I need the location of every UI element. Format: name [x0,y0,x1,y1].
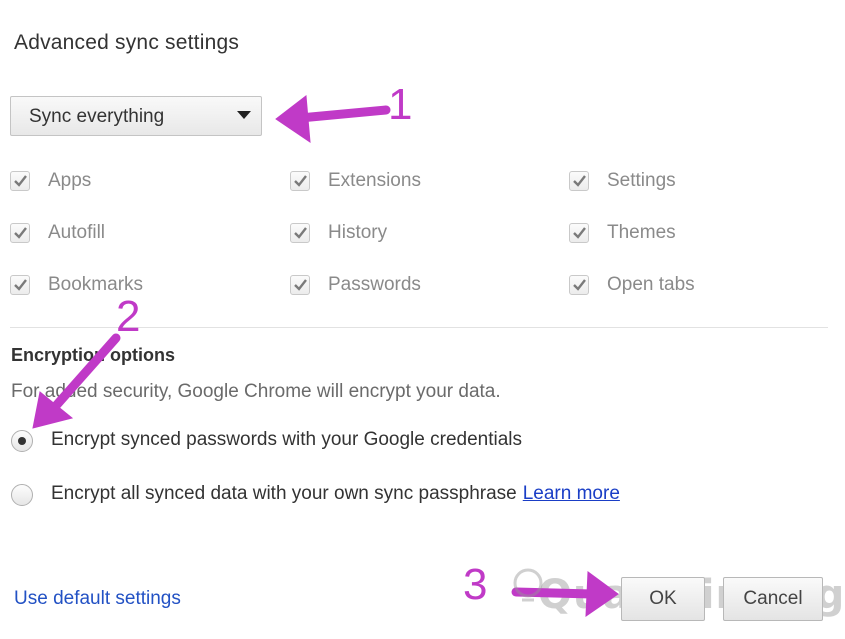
checkbox-label: Apps [48,170,92,191]
checkbox-checked-icon [10,275,30,295]
annotation-number-1: 1 [388,80,413,129]
checkbox-checked-icon [569,275,589,295]
radio-label: Encrypt synced passwords with your Googl… [51,429,523,450]
ok-button[interactable]: OK [621,577,705,621]
sync-mode-selected: Sync everything [29,106,165,127]
annotation-number-2: 2 [116,292,141,341]
radio-selected-icon [11,430,33,452]
annotation-number-3: 3 [463,560,488,609]
checkbox-label: Settings [607,170,676,191]
sync-mode-dropdown[interactable]: Sync everything [10,96,262,136]
checkbox-label: Passwords [328,274,421,295]
encryption-description: For added security, Google Chrome will e… [11,381,501,402]
radio-label-text: Encrypt all synced data with your own sy… [51,483,517,504]
checkbox-checked-icon [10,223,30,243]
radio-label: Encrypt all synced data with your own sy… [51,483,620,505]
dialog-title: Advanced sync settings [14,31,240,54]
checkbox-checked-icon [290,171,310,191]
checkbox-checked-icon [10,171,30,191]
checkbox-label: Open tabs [607,274,695,295]
chevron-down-icon [237,111,251,119]
learn-more-link[interactable]: Learn more [523,483,620,504]
checkbox-checked-icon [569,171,589,191]
use-default-settings-link[interactable]: Use default settings [14,588,181,610]
radio-unselected-icon [11,484,33,506]
cancel-button[interactable]: Cancel [723,577,823,621]
annotation-arrow-1 [275,95,391,144]
encryption-section-title: Encryption options [11,345,175,365]
checkbox-label: History [328,222,388,243]
checkbox-checked-icon [290,275,310,295]
checkbox-label: Themes [607,222,676,243]
checkbox-checked-icon [290,223,310,243]
checkbox-label: Autofill [48,222,106,243]
advanced-sync-settings-dialog: Advanced sync settings Sync everything A… [0,0,845,639]
checkbox-label: Extensions [328,170,421,191]
checkbox-checked-icon [569,223,589,243]
